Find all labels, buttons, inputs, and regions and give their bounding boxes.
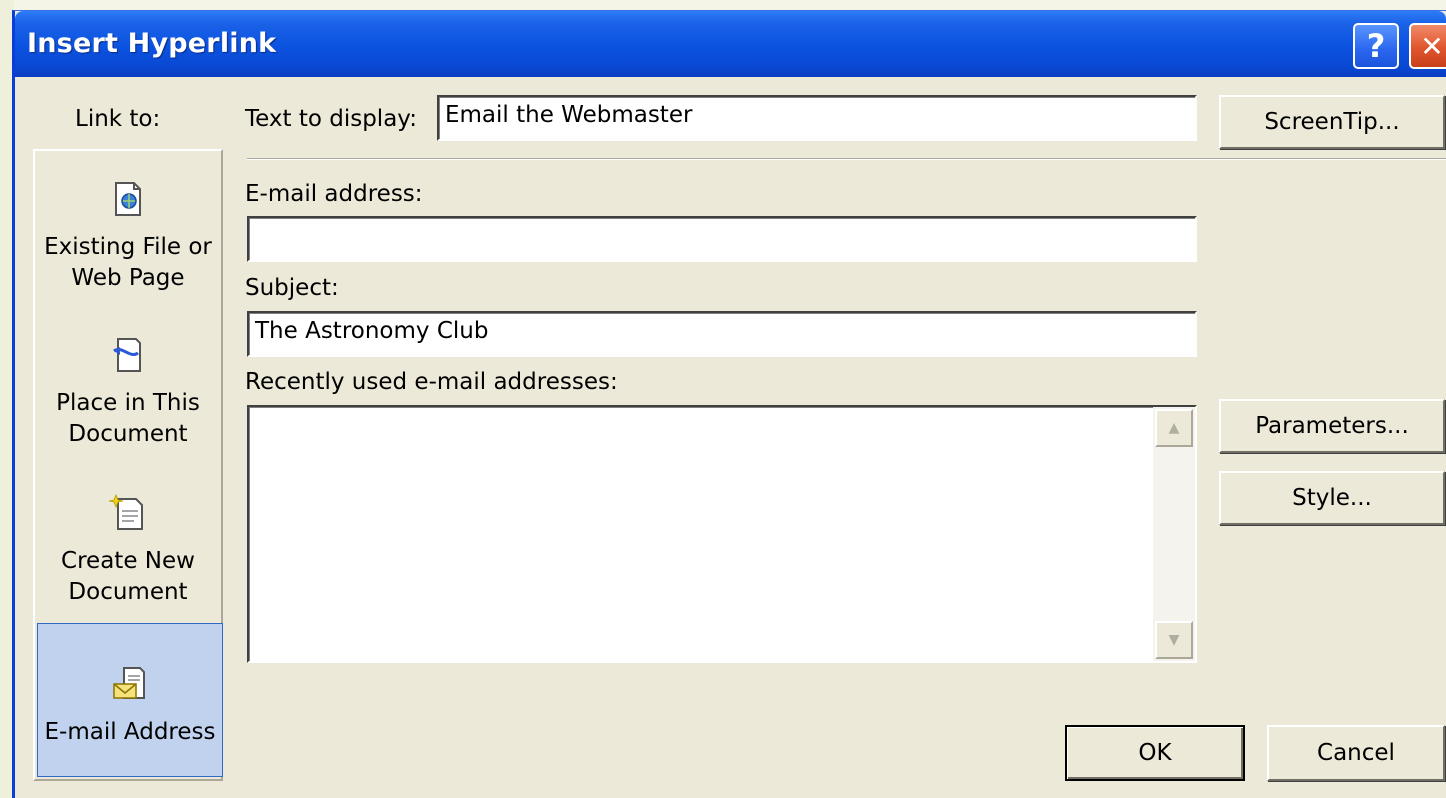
scroll-up-arrow-icon[interactable]: ▲ [1155, 409, 1193, 447]
background-strip [0, 0, 1446, 10]
recent-addresses-listbox[interactable]: ▲ ▼ [247, 405, 1197, 663]
bookmark-page-icon [35, 335, 221, 384]
place-in-document-line2: Document [68, 421, 188, 447]
link-to-label: Link to: [75, 106, 161, 132]
place-existing-file[interactable]: Existing File or Web Page [35, 179, 221, 294]
place-in-document-line1: Place in This [56, 390, 200, 416]
email-address-label: E-mail address: [245, 181, 423, 207]
recent-addresses-label: Recently used e-mail addresses: [245, 369, 618, 395]
help-button[interactable]: ? [1353, 23, 1399, 69]
subject-input[interactable]: The Astronomy Club [247, 311, 1197, 357]
place-in-document[interactable]: Place in This Document [35, 335, 221, 450]
insert-hyperlink-dialog: Insert Hyperlink ? ✕ Link to: Existing F… [12, 10, 1446, 798]
place-email-address[interactable]: E-mail Address [37, 623, 223, 777]
web-page-icon [35, 179, 221, 228]
new-document-icon [35, 493, 221, 542]
recent-addresses-scrollbar[interactable]: ▲ ▼ [1153, 407, 1195, 661]
screentip-button[interactable]: ScreenTip... [1219, 95, 1445, 149]
parameters-button[interactable]: Parameters... [1219, 399, 1445, 453]
subject-label: Subject: [245, 275, 339, 301]
place-existing-file-line1: Existing File or [44, 234, 212, 260]
scroll-down-arrow-icon[interactable]: ▼ [1155, 621, 1193, 659]
text-to-display-label: Text to display: [245, 106, 417, 132]
ok-button[interactable]: OK [1065, 725, 1245, 781]
link-to-places-bar: Existing File or Web Page Place in This … [33, 149, 223, 781]
email-address-input[interactable] [247, 216, 1197, 262]
dialog-title: Insert Hyperlink [27, 28, 277, 59]
place-existing-file-line2: Web Page [71, 265, 185, 291]
place-create-new[interactable]: Create New Document [35, 493, 221, 608]
close-icon: ✕ [1420, 29, 1444, 63]
cancel-button[interactable]: Cancel [1267, 725, 1445, 781]
close-button[interactable]: ✕ [1409, 23, 1446, 69]
title-bar[interactable]: Insert Hyperlink ? ✕ [15, 11, 1446, 77]
help-icon: ? [1366, 27, 1386, 65]
style-button[interactable]: Style... [1219, 471, 1445, 525]
place-create-new-line2: Document [68, 579, 188, 605]
separator-line [247, 158, 1446, 160]
text-to-display-input[interactable]: Email the Webmaster [437, 95, 1197, 141]
place-create-new-line1: Create New [61, 548, 195, 574]
place-email-address-label: E-mail Address [44, 719, 216, 745]
email-envelope-icon [38, 664, 222, 713]
